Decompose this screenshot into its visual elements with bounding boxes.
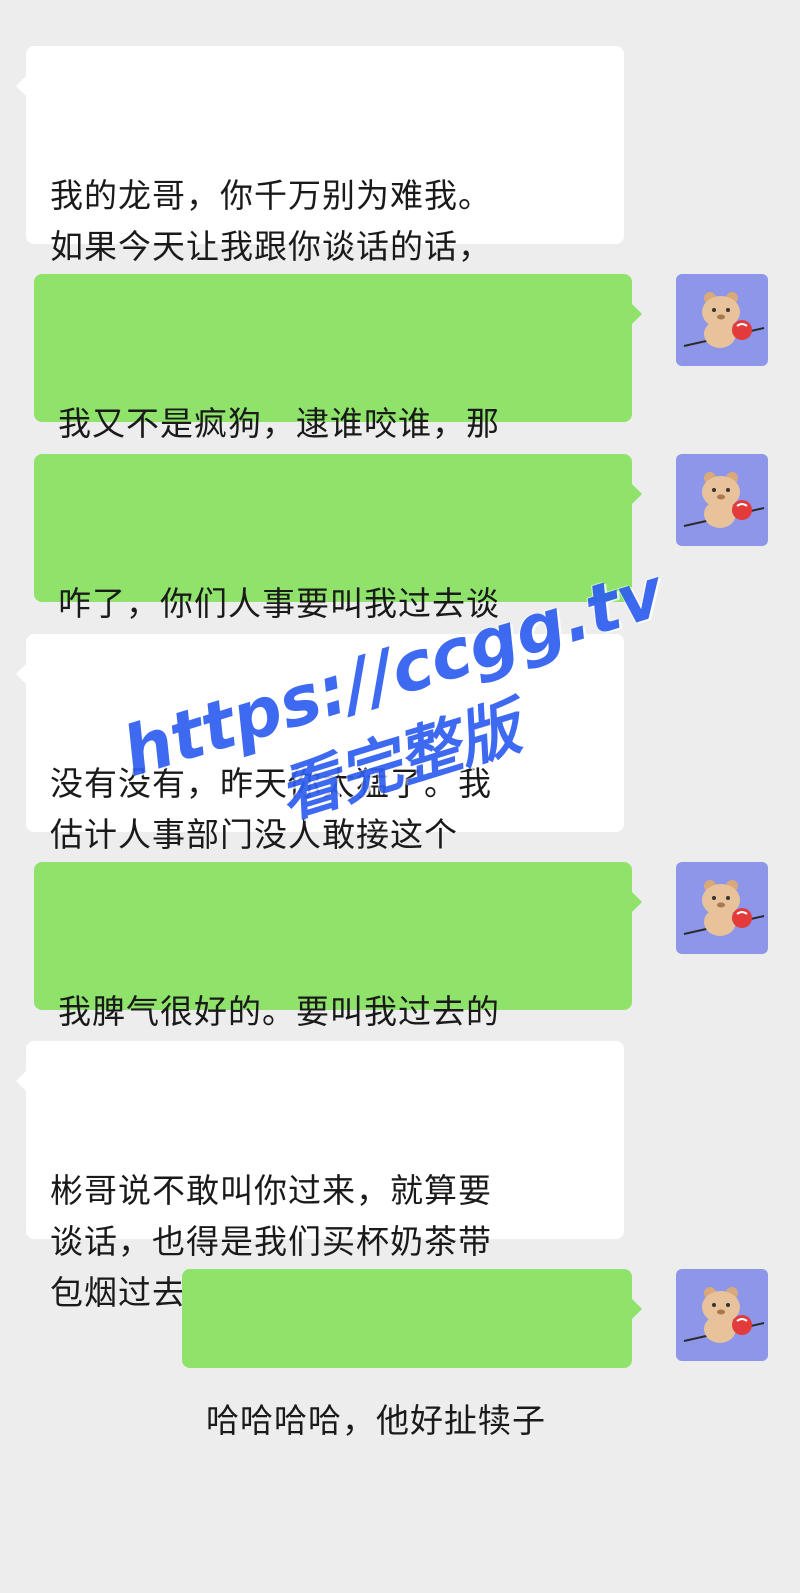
bear-avatar-icon: [683, 292, 765, 348]
message-bubble-received[interactable]: 彬哥说不敢叫你过来，就算要 谈话，也得是我们买杯奶茶带 包烟过去找你: [16, 1041, 624, 1312]
bubble-tail: [16, 1071, 26, 1091]
bubble-tail: [632, 484, 642, 504]
bubble-tail: [632, 1299, 642, 1319]
bear-avatar-icon: [683, 1287, 765, 1343]
bear-avatar-icon[interactable]: [676, 1269, 768, 1361]
message-bubble-sent[interactable]: 我脾气很好的。要叫我过去的 话，说一声: [34, 862, 642, 1082]
message-bubble-sent[interactable]: 咋了，你们人事要叫我过去谈 话了啊: [34, 454, 642, 674]
bear-avatar-icon[interactable]: [676, 274, 768, 366]
message-bubble-received[interactable]: 我的龙哥，你千万别为难我。 如果今天让我跟你谈话的话， 我也只是打工人，我挺你。: [16, 46, 624, 317]
bear-avatar-icon[interactable]: [676, 862, 768, 954]
message-bubble-sent[interactable]: 哈哈哈哈，他好扯犊子: [182, 1269, 642, 1440]
message-bubble-received[interactable]: 没有没有，昨天你太猛了。我 估计人事部门没人敢接这个 活。哈哈哈哈。: [16, 634, 624, 905]
bear-avatar-icon: [683, 880, 765, 936]
bear-avatar-icon[interactable]: [676, 454, 768, 546]
bubble-tail: [16, 664, 26, 684]
bubble-tail: [632, 304, 642, 324]
bubble-tail: [632, 892, 642, 912]
message-text: 哈哈哈哈，他好扯犊子: [206, 1401, 546, 1440]
bear-avatar-icon: [683, 472, 765, 528]
bubble-tail: [16, 76, 26, 96]
message-bubble-sent[interactable]: 我又不是疯狗，逮谁咬谁，那 么多人，我就只骂他们两个: [34, 274, 642, 494]
